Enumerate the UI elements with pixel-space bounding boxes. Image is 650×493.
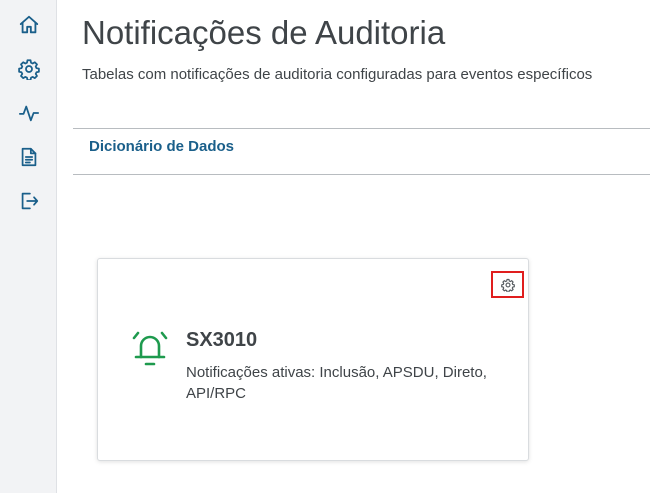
gear-icon: [17, 59, 40, 80]
gear-icon: [500, 278, 515, 292]
notification-card: SX3010 Notificações ativas: Inclusão, AP…: [97, 258, 529, 461]
sidebar-item-activity[interactable]: [0, 96, 57, 130]
document-icon: [21, 147, 36, 167]
page-subtitle: Tabelas com notificações de auditoria co…: [82, 66, 593, 83]
tab-dicionario-de-dados[interactable]: Dicionário de Dados: [89, 138, 234, 155]
card-settings-button[interactable]: [491, 271, 524, 298]
sidebar-item-home[interactable]: [0, 8, 57, 42]
logout-icon: [21, 192, 38, 210]
bell-icon: [132, 331, 168, 366]
sidebar-item-document[interactable]: [0, 140, 57, 174]
card-description: Notificações ativas: Inclusão, APSDU, Di…: [186, 364, 487, 402]
sidebar-item-logout[interactable]: [0, 184, 57, 218]
activity-icon: [18, 105, 39, 122]
card-title: SX3010: [186, 329, 258, 351]
tab-divider-top: [73, 128, 650, 129]
home-icon: [19, 15, 38, 34]
tab-divider-bottom: [73, 174, 650, 175]
sidebar-item-settings[interactable]: [0, 52, 57, 86]
sidebar: [0, 0, 57, 493]
page-title: Notificações de Auditoria: [82, 14, 446, 51]
